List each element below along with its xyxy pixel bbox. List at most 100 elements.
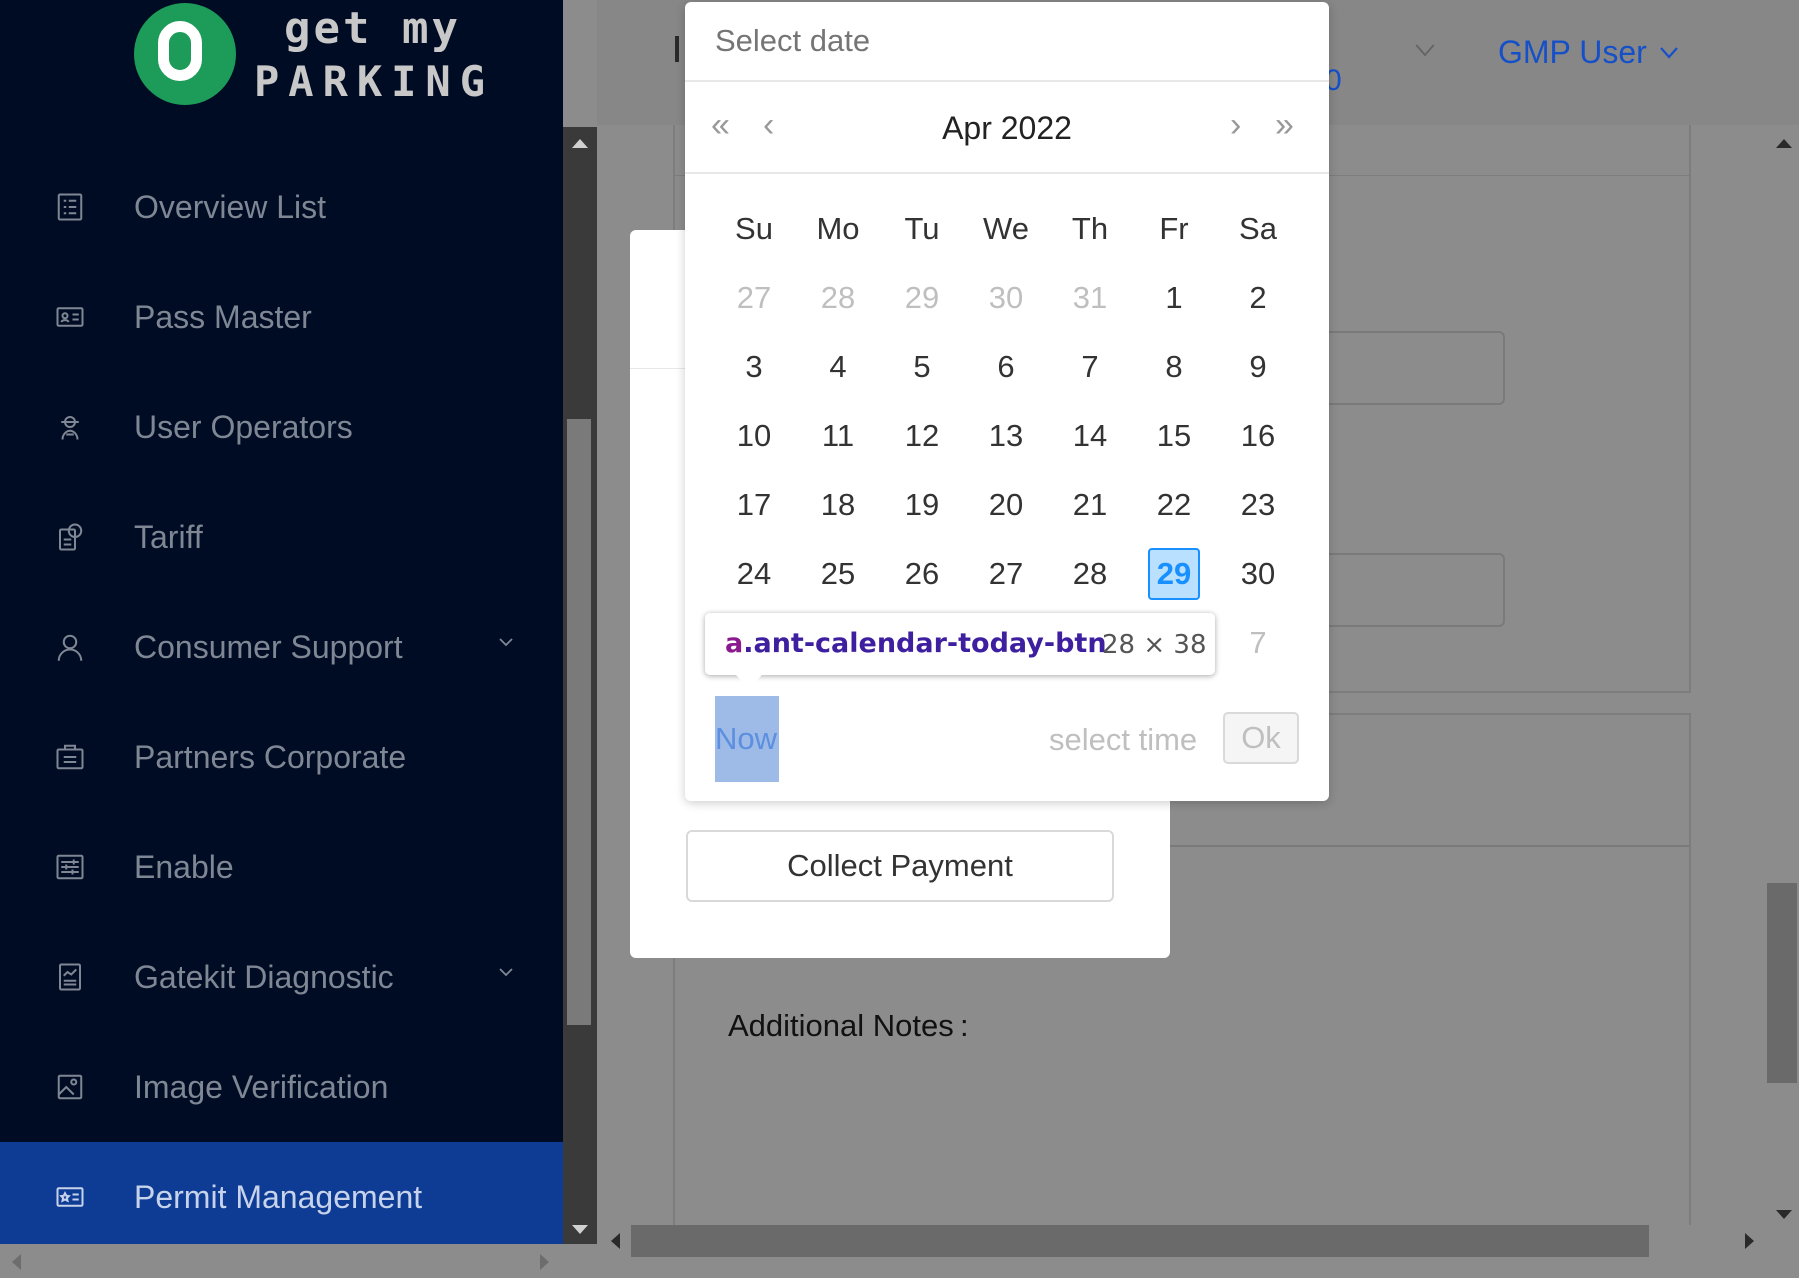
sidebar-horizontal-scrollbar[interactable] <box>0 1244 563 1278</box>
calendar-day[interactable]: 18 <box>796 470 880 539</box>
calendar-day[interactable]: 4 <box>796 332 880 401</box>
sidebar: get my PARKING Overview List Pass Master… <box>0 0 563 1244</box>
calendar-week-row: 27 28 29 30 31 1 2 <box>712 263 1302 332</box>
calendar-day[interactable]: 15 <box>1132 401 1216 470</box>
sidebar-item-tariff[interactable]: Tariff <box>0 482 563 592</box>
sidebar-item-pass-master[interactable]: Pass Master <box>0 262 563 372</box>
user-name: GMP User <box>1498 34 1647 70</box>
scrollbar-thumb[interactable] <box>631 1225 1649 1257</box>
user-menu[interactable]: GMP User <box>1498 34 1679 71</box>
next-month-button[interactable]: › <box>1230 108 1241 142</box>
calendar-day[interactable]: 21 <box>1048 470 1132 539</box>
weekday-label: We <box>983 211 1029 246</box>
calendar-day[interactable]: 30 <box>964 263 1048 332</box>
calendar-day[interactable]: 7 <box>1048 332 1132 401</box>
sidebar-item-partners-corporate[interactable]: Partners Corporate <box>0 702 563 812</box>
calendar-week-row: 24 25 26 27 28 29 30 <box>712 539 1302 608</box>
calendar-day[interactable]: 20 <box>964 470 1048 539</box>
calendar-day[interactable]: 25 <box>796 539 880 608</box>
select-time-link[interactable]: select time <box>1049 722 1197 758</box>
calendar-day[interactable]: 27 <box>712 263 796 332</box>
today-now-button[interactable]: Now <box>715 696 779 782</box>
calendar-day[interactable]: 7 <box>1216 608 1300 677</box>
scroll-right-arrow-icon[interactable] <box>1745 1233 1754 1249</box>
weekday-label: Fr <box>1159 211 1189 246</box>
calendar-day[interactable]: 28 <box>796 263 880 332</box>
scroll-right-arrow-icon[interactable] <box>540 1254 549 1270</box>
calendar-day[interactable]: 22 <box>1132 470 1216 539</box>
weekday-label: Sa <box>1239 211 1277 246</box>
calendar-day[interactable]: 3 <box>712 332 796 401</box>
calendar-week-row: 17 18 19 20 21 22 23 <box>712 470 1302 539</box>
calendar-day[interactable]: 9 <box>1216 332 1300 401</box>
date-picker-popup: « ‹ Apr 2022 › » Su Mo Tu We Th Fr Sa 27… <box>685 2 1329 801</box>
briefcase-icon <box>54 741 86 773</box>
sidebar-menu: Overview List Pass Master User Operators… <box>0 152 563 1244</box>
sidebar-item-overview-list[interactable]: Overview List <box>0 152 563 262</box>
tariff-icon <box>54 521 86 553</box>
calendar-week-row: 10 11 12 13 14 15 16 <box>712 401 1302 470</box>
sidebar-item-label: Image Verification <box>134 1068 389 1105</box>
calendar-day[interactable]: 14 <box>1048 401 1132 470</box>
logo[interactable]: get my PARKING <box>134 3 485 107</box>
scroll-down-arrow-icon[interactable] <box>572 1225 588 1234</box>
scroll-up-arrow-icon[interactable] <box>1776 139 1792 148</box>
scrollbar-thumb[interactable] <box>567 419 591 1025</box>
collect-payment-button[interactable]: Collect Payment <box>686 830 1114 902</box>
sidebar-item-permit-management[interactable]: Permit Management <box>0 1142 563 1244</box>
scroll-left-arrow-icon[interactable] <box>611 1233 620 1249</box>
calendar-day[interactable]: 23 <box>1216 470 1300 539</box>
chevron-down-icon[interactable] <box>1415 40 1435 60</box>
ok-button[interactable]: Ok <box>1223 712 1299 764</box>
calendar-day[interactable]: 27 <box>964 539 1048 608</box>
calendar-day[interactable]: 5 <box>880 332 964 401</box>
sidebar-item-label: Permit Management <box>134 1178 423 1215</box>
sidebar-item-gatekit-diagnostic[interactable]: Gatekit Diagnostic <box>0 922 563 1032</box>
calendar-day[interactable]: 26 <box>880 539 964 608</box>
main-horizontal-scrollbar[interactable] <box>597 1225 1799 1278</box>
calendar-day[interactable]: 8 <box>1132 332 1216 401</box>
calendar-day[interactable]: 2 <box>1216 263 1300 332</box>
calendar-day[interactable]: 24 <box>712 539 796 608</box>
calendar-day[interactable]: 28 <box>1048 539 1132 608</box>
element-class: .ant-calendar-today-btn <box>743 628 1107 659</box>
next-year-button[interactable]: » <box>1275 108 1294 142</box>
main-scrollbar[interactable] <box>1767 125 1799 1225</box>
calendar-day[interactable]: 16 <box>1216 401 1300 470</box>
calendar-day[interactable]: 1 <box>1132 263 1216 332</box>
scroll-down-arrow-icon[interactable] <box>1776 1210 1792 1219</box>
calendar-day[interactable]: 6 <box>964 332 1048 401</box>
calendar-day[interactable]: 30 <box>1216 539 1300 608</box>
date-input[interactable] <box>685 2 1329 82</box>
calendar-day[interactable]: 17 <box>712 470 796 539</box>
sidebar-item-label: Enable <box>134 848 234 885</box>
scroll-left-arrow-icon[interactable] <box>12 1254 21 1270</box>
weekday-label: Su <box>735 211 773 246</box>
sidebar-scrollbar[interactable] <box>563 127 597 1244</box>
calendar-day[interactable]: 11 <box>796 401 880 470</box>
calendar-day-today[interactable]: 29 <box>1132 539 1216 608</box>
calendar-day[interactable]: 13 <box>964 401 1048 470</box>
sidebar-item-enable[interactable]: Enable <box>0 812 563 922</box>
calendar-day[interactable]: 19 <box>880 470 964 539</box>
user-icon <box>54 631 86 663</box>
calendar-day[interactable]: 29 <box>880 263 964 332</box>
chevron-down-icon <box>499 968 513 977</box>
sidebar-item-image-verification[interactable]: Image Verification <box>0 1032 563 1142</box>
logo-text-line1: get my <box>284 3 461 54</box>
weekday-label: Mo <box>816 211 860 246</box>
calendar-header: « ‹ Apr 2022 › » <box>685 82 1329 174</box>
element-selector: a.ant-calendar-today-btn <box>725 628 1107 659</box>
scroll-up-arrow-icon[interactable] <box>572 139 588 148</box>
calendar-day[interactable]: 12 <box>880 401 964 470</box>
list-icon <box>54 191 86 223</box>
sidebar-item-user-operators[interactable]: User Operators <box>0 372 563 482</box>
sliders-icon <box>54 851 86 883</box>
calendar-day[interactable]: 10 <box>712 401 796 470</box>
calendar-day[interactable]: 31 <box>1048 263 1132 332</box>
calendar-grid: Su Mo Tu We Th Fr Sa 27 28 29 30 31 1 2 … <box>712 194 1302 677</box>
scrollbar-thumb[interactable] <box>1767 883 1797 1083</box>
calendar-footer: Now select time Ok <box>685 696 1329 788</box>
sidebar-item-consumer-support[interactable]: Consumer Support <box>0 592 563 702</box>
operator-icon <box>54 411 86 443</box>
